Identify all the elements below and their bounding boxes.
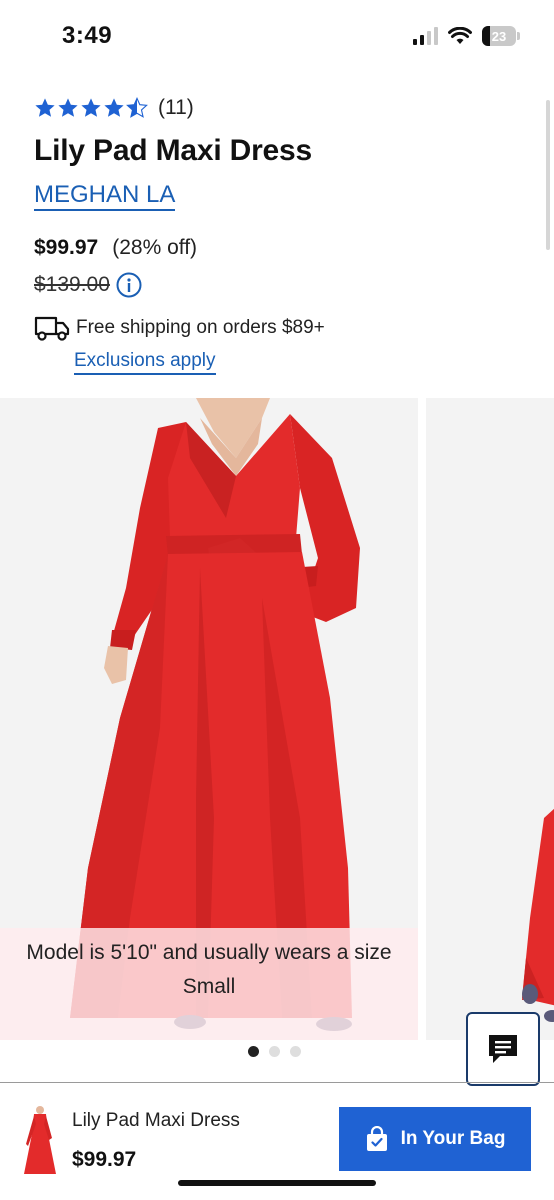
- exclusions-link[interactable]: Exclusions apply: [74, 350, 216, 375]
- battery-level: 23: [491, 28, 507, 44]
- bottom-product-title: Lily Pad Maxi Dress: [72, 1110, 240, 1131]
- brand-link[interactable]: MEGHAN LA: [34, 181, 176, 212]
- product-thumbnail[interactable]: [18, 1104, 58, 1176]
- wifi-icon: [448, 27, 472, 44]
- shopping-bag-icon: [366, 1126, 387, 1151]
- scroll-indicator: [546, 100, 550, 250]
- rating-row[interactable]: (11): [34, 96, 194, 120]
- star-half-icon: [126, 97, 148, 118]
- signal-icon: [413, 27, 438, 45]
- discount-percent: (28% off): [112, 236, 198, 259]
- home-indicator[interactable]: [178, 1180, 376, 1186]
- shipping-text: Free shipping on orders $89+: [76, 317, 325, 338]
- image-gallery[interactable]: Model is 5'10" and usually wears a size …: [0, 398, 554, 1040]
- star-icon: [58, 98, 78, 117]
- truck-icon: [34, 316, 70, 341]
- status-time: 3:49: [62, 22, 113, 49]
- model-caption: Model is 5'10" and usually wears a size …: [0, 928, 418, 1040]
- info-icon[interactable]: [116, 272, 142, 298]
- battery-icon: 23: [482, 26, 520, 46]
- sale-price: $99.97: [34, 236, 99, 259]
- bottom-divider: [0, 1082, 554, 1083]
- star-icon: [35, 98, 55, 117]
- chat-button[interactable]: [466, 1012, 540, 1086]
- price-row: $99.97 (28% off): [34, 236, 197, 260]
- in-your-bag-button[interactable]: In Your Bag: [339, 1107, 531, 1171]
- bottom-product-price: $99.97: [72, 1148, 137, 1171]
- original-price: $139.00: [34, 273, 110, 296]
- product-image-main[interactable]: Model is 5'10" and usually wears a size …: [0, 398, 418, 1040]
- star-rating: [34, 97, 148, 119]
- product-image-next[interactable]: [426, 398, 554, 1040]
- carousel-dot[interactable]: [290, 1046, 301, 1057]
- carousel-dots: [248, 1046, 301, 1057]
- status-icons: 23: [413, 26, 520, 46]
- dress-illustration-next: [522, 808, 554, 1022]
- chat-icon: [489, 1035, 517, 1063]
- star-icon: [81, 98, 101, 117]
- review-count: (11): [158, 96, 194, 119]
- star-icon: [104, 98, 124, 117]
- shipping-row: Free shipping on orders $89+: [34, 314, 325, 342]
- status-bar: 3:49 23: [0, 0, 554, 72]
- carousel-dot[interactable]: [269, 1046, 280, 1057]
- model-caption-text: Model is 5'10" and usually wears a size …: [26, 941, 392, 998]
- product-title: Lily Pad Maxi Dress: [34, 134, 312, 167]
- original-price-row: $139.00: [34, 272, 142, 298]
- in-your-bag-label: In Your Bag: [400, 1128, 506, 1149]
- carousel-dot[interactable]: [248, 1046, 259, 1057]
